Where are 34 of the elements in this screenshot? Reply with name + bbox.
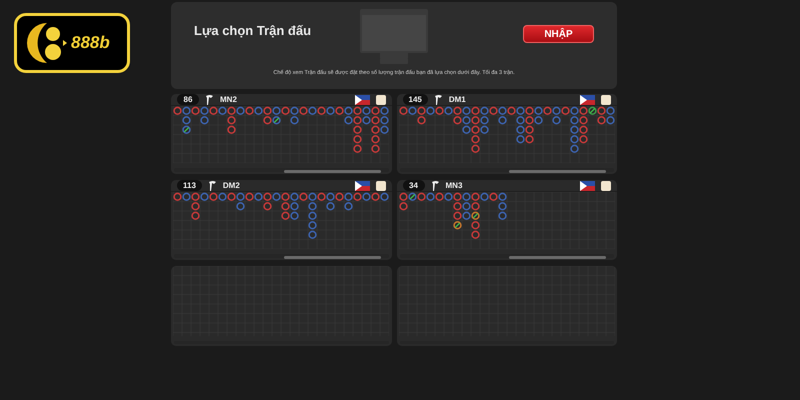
- swoosh-icon: [430, 180, 440, 191]
- swoosh-icon: [208, 180, 217, 191]
- road-card[interactable]: 86 MN2: [171, 94, 392, 174]
- scrollbar[interactable]: [174, 168, 388, 172]
- select-checkbox[interactable]: [376, 94, 386, 104]
- swoosh-icon: [205, 94, 214, 105]
- flag-icon: [354, 94, 370, 104]
- round-count: 34: [402, 180, 424, 191]
- round-count: 86: [177, 94, 199, 105]
- road-card[interactable]: 145 DM1: [396, 94, 617, 174]
- scrollbar[interactable]: [400, 254, 614, 258]
- logo-badge[interactable]: 888b: [14, 13, 130, 73]
- monitor-icon: [360, 9, 428, 64]
- table-name: MN3: [446, 181, 464, 190]
- logo-text: 888b: [71, 33, 110, 53]
- flag-icon: [354, 180, 370, 190]
- panel-title: Lựa chọn Trận đấu: [193, 22, 312, 38]
- road-card[interactable]: 34 MN3: [396, 180, 617, 260]
- scrollbar[interactable]: [174, 254, 388, 258]
- swoosh-icon: [434, 94, 443, 105]
- eight-emblem-icon: [27, 22, 67, 64]
- flag-icon: [580, 94, 595, 104]
- table-name: DM2: [222, 181, 241, 190]
- table-name: DM1: [448, 95, 467, 104]
- select-checkbox[interactable]: [601, 94, 611, 104]
- round-count: 113: [177, 180, 202, 191]
- scrollbar[interactable]: [400, 168, 614, 172]
- select-checkbox[interactable]: [376, 180, 386, 190]
- select-checkbox[interactable]: [601, 180, 611, 190]
- flag-icon: [580, 180, 595, 190]
- table-name: MN2: [220, 95, 238, 104]
- enter-button[interactable]: NHẬP: [523, 25, 594, 43]
- round-count: 145: [402, 94, 428, 105]
- road-card[interactable]: 113 DM2: [171, 180, 392, 260]
